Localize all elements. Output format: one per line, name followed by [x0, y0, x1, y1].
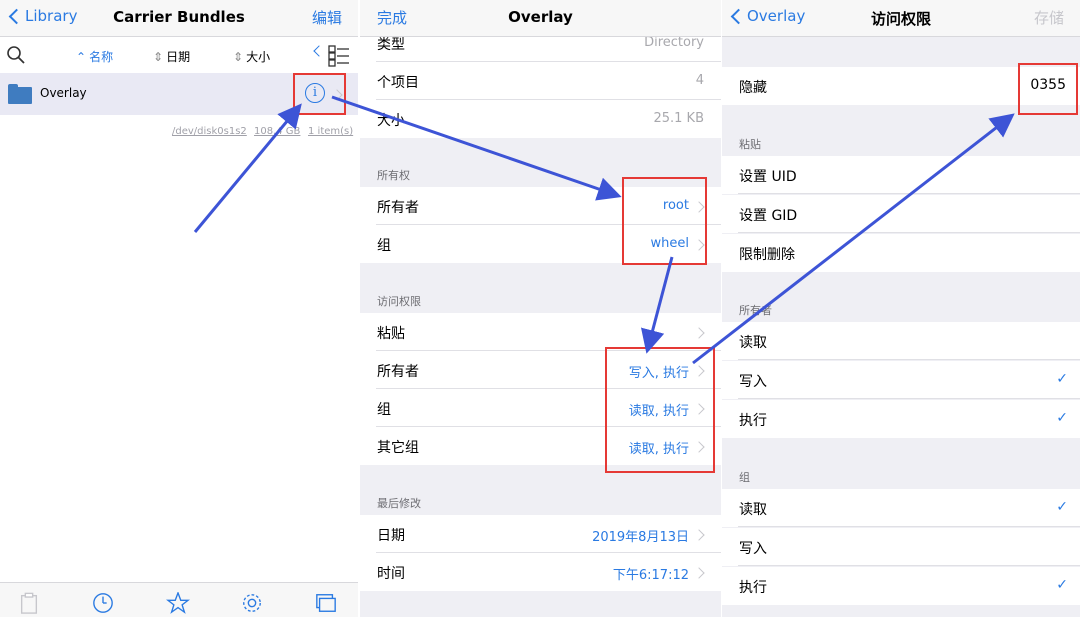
arrow-to-octal: [692, 113, 1015, 365]
arrow-to-ownership: [331, 95, 622, 201]
annotation-arrows: [193, 95, 1015, 365]
arrow-to-permissions: [640, 256, 674, 354]
arrow-to-info-button: [193, 103, 302, 233]
